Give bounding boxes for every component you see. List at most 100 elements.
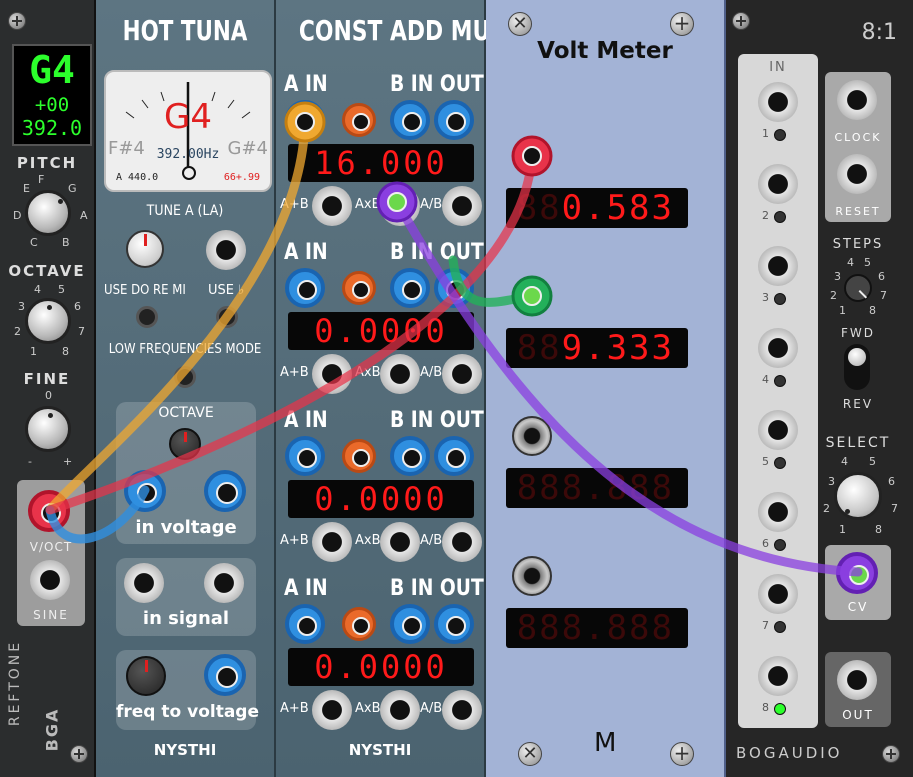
tune-jack[interactable] [206, 230, 246, 270]
a-input-jack[interactable] [285, 100, 325, 140]
module-title: Volt Meter [537, 38, 673, 64]
low-freq-toggle[interactable] [174, 366, 196, 388]
clock-input-jack[interactable] [837, 80, 877, 120]
fwd-label: FWD [840, 326, 875, 340]
voltage-input-jack[interactable] [512, 416, 552, 456]
channel-input-jack[interactable] [758, 246, 798, 286]
a-input-jack[interactable] [285, 268, 325, 308]
a-plus-b-jack[interactable] [312, 186, 352, 226]
b-in-label: B IN [390, 72, 434, 97]
channel-input-jack[interactable] [758, 492, 798, 532]
in-signal-out-jack[interactable] [204, 563, 244, 603]
use-do-re-mi-label: USE DO RE MI [104, 283, 186, 298]
freq-to-voltage-label: freq to voltage [116, 702, 260, 722]
a-div-b-jack[interactable] [442, 186, 482, 226]
channel-input-jack[interactable] [758, 410, 798, 450]
module-title: HOT TUNA [122, 14, 248, 47]
select-tick: 3 [828, 475, 835, 488]
a-x-b-jack[interactable] [380, 354, 420, 394]
out-jack[interactable] [837, 660, 877, 700]
voltage-input-jack[interactable] [512, 276, 552, 316]
constant-knob[interactable] [342, 103, 376, 137]
close-screw-icon: ✕ [518, 742, 542, 766]
cv-input-jack[interactable] [836, 552, 878, 594]
freq-to-voltage-knob[interactable] [126, 656, 166, 696]
in-voltage-out-jack[interactable] [204, 470, 246, 512]
a-div-b-jack[interactable] [442, 690, 482, 730]
a-x-b-jack[interactable] [380, 690, 420, 730]
in-voltage-jack[interactable] [124, 470, 166, 512]
meter-a-ref: A 440.0 [116, 172, 159, 183]
a-plus-b-jack[interactable] [312, 690, 352, 730]
a-plus-b-jack[interactable] [312, 522, 352, 562]
b-input-jack[interactable] [390, 604, 430, 644]
select-knob[interactable] [834, 472, 882, 520]
out-label: OUT [439, 408, 484, 433]
in-signal-label: in signal [142, 608, 230, 629]
channel-number: 4 [762, 373, 769, 386]
a-div-b-jack[interactable] [442, 354, 482, 394]
a-x-b-jack[interactable] [380, 522, 420, 562]
a-div-b-label: A/B [420, 365, 443, 380]
steps-tick: 5 [864, 256, 871, 269]
hot-tuna-module: HOT TUNA G4 F#4 G#4 392.00Hz A 440.0 66+… [96, 0, 276, 777]
channel-input-jack[interactable] [758, 82, 798, 122]
steps-tick: 7 [880, 289, 887, 302]
a-div-b-jack[interactable] [442, 522, 482, 562]
in-signal-jack[interactable] [124, 563, 164, 603]
close-screw-icon: ✕ [508, 12, 532, 36]
channel-led [774, 211, 786, 223]
b-in-label: B IN [390, 576, 434, 601]
channel-input-jack[interactable] [758, 164, 798, 204]
out-label: OUT [842, 708, 874, 722]
direction-switch[interactable] [844, 344, 870, 390]
a-input-jack[interactable] [285, 436, 325, 476]
note-tick-g: G [68, 182, 77, 195]
in-label: IN [769, 60, 787, 75]
constant-knob[interactable] [342, 271, 376, 305]
octave-tick: 3 [18, 300, 25, 313]
tune-a-knob[interactable] [126, 230, 164, 268]
fine-knob[interactable] [25, 406, 71, 452]
reset-input-jack[interactable] [837, 154, 877, 194]
steps-knob[interactable] [844, 274, 872, 302]
a-plus-b-label: A+B [280, 533, 309, 548]
channel-led [774, 457, 786, 469]
channel-input-jack[interactable] [758, 656, 798, 696]
out-jack[interactable] [434, 436, 474, 476]
a-plus-b-jack[interactable] [312, 354, 352, 394]
b-input-jack[interactable] [390, 268, 430, 308]
voltage-input-jack[interactable] [512, 556, 552, 596]
b-input-jack[interactable] [390, 436, 430, 476]
a-input-jack[interactable] [285, 604, 325, 644]
in-voltage-label: in voltage [135, 517, 237, 538]
octave-tick: 2 [14, 325, 21, 338]
octave-knob[interactable] [169, 428, 201, 460]
channel-led [774, 703, 786, 715]
steps-tick: 1 [839, 304, 846, 317]
b-in-out-label: B IN OUT [390, 408, 484, 433]
do-re-mi-toggle[interactable] [136, 306, 158, 328]
module-title: CONST ADD MULT [298, 14, 516, 47]
voltage-input-jack[interactable] [512, 136, 552, 176]
freq-to-voltage-jack[interactable] [204, 654, 246, 696]
b-input-jack[interactable] [390, 100, 430, 140]
a-x-b-jack[interactable] [380, 186, 420, 226]
constant-knob[interactable] [342, 607, 376, 641]
channel-input-jack[interactable] [758, 574, 798, 614]
constant-knob[interactable] [342, 439, 376, 473]
sine-output-jack[interactable] [30, 560, 70, 600]
use-flat-label: USE ♭ [208, 283, 245, 298]
flat-toggle[interactable] [216, 306, 238, 328]
channel-number: 6 [762, 537, 769, 550]
octave-knob[interactable] [25, 298, 71, 344]
voct-input-jack[interactable] [28, 490, 70, 532]
octave-tick: 7 [78, 325, 85, 338]
out-jack[interactable] [434, 100, 474, 140]
pitch-knob[interactable] [25, 190, 71, 236]
screw-icon [70, 745, 88, 763]
cents-readout: +00 [34, 94, 70, 116]
out-jack[interactable] [434, 268, 474, 308]
out-jack[interactable] [434, 604, 474, 644]
channel-input-jack[interactable] [758, 328, 798, 368]
